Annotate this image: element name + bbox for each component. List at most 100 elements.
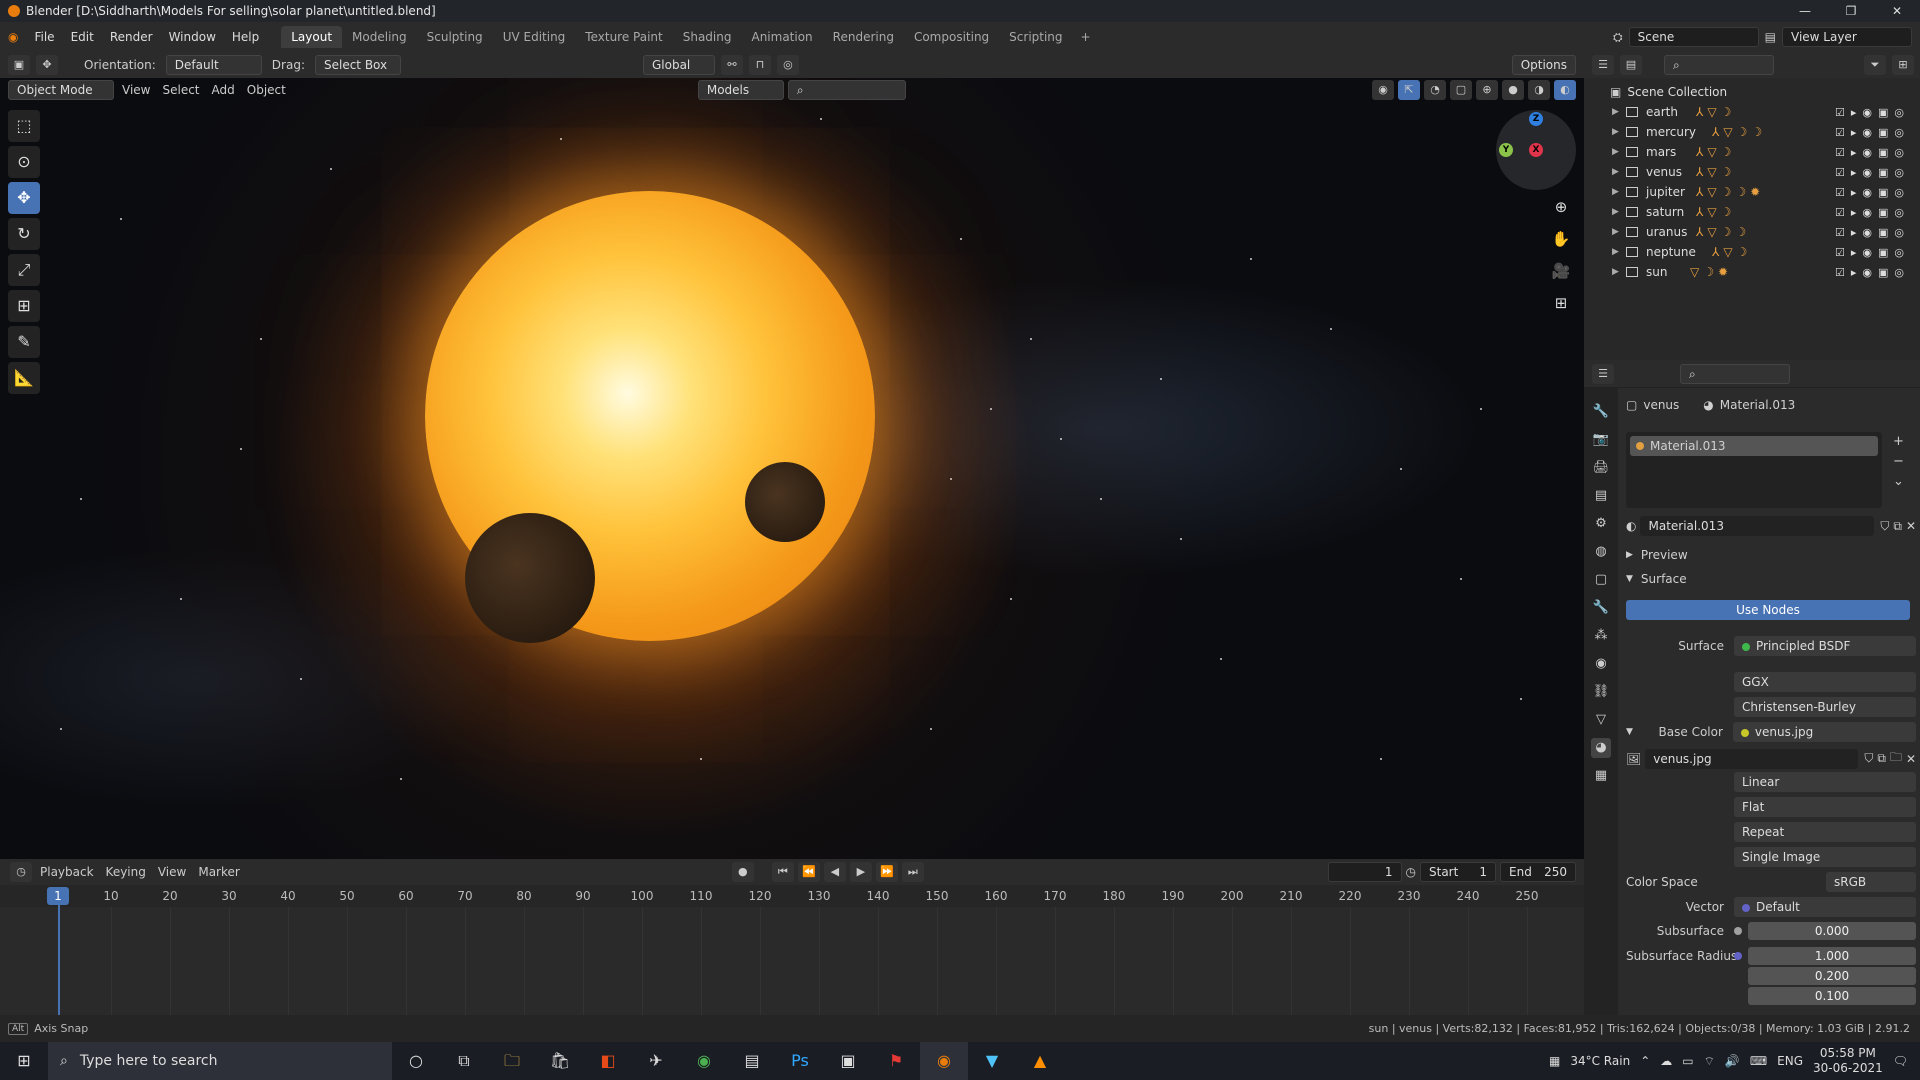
- file-explorer-icon[interactable]: 🗀: [488, 1042, 536, 1080]
- surface-panel-header[interactable]: ▼ Surface: [1626, 572, 1916, 586]
- display-mode-icon[interactable]: ▤: [1620, 55, 1642, 75]
- base-color-field[interactable]: venus.jpg: [1732, 722, 1916, 742]
- expand-icon[interactable]: ▼: [1626, 727, 1633, 737]
- solid-shading-icon[interactable]: ●: [1502, 80, 1524, 100]
- material-slot-item[interactable]: Material.013: [1630, 436, 1878, 456]
- current-frame-field[interactable]: 1: [1327, 862, 1402, 882]
- end-frame-field[interactable]: End 250: [1500, 862, 1576, 882]
- browse-material-icon[interactable]: ◐: [1626, 519, 1636, 533]
- outliner-item-mercury[interactable]: ▶ mercury ⅄▽☽☽ ☑▸◉▣◎: [1584, 122, 1920, 142]
- expand-icon[interactable]: ▶: [1612, 267, 1626, 277]
- scene-tab-icon[interactable]: ⚙: [1591, 514, 1611, 534]
- tab-sculpting[interactable]: Sculpting: [417, 26, 493, 48]
- projection-dropdown[interactable]: Flat: [1734, 797, 1916, 817]
- keying-menu[interactable]: Keying: [102, 865, 150, 879]
- menu-render[interactable]: Render: [102, 22, 161, 52]
- slot-menu-icon[interactable]: ⌄: [1893, 472, 1904, 492]
- duplicate-icon[interactable]: ⧉: [1893, 519, 1902, 534]
- expand-icon[interactable]: ▶: [1612, 187, 1626, 197]
- remove-slot-button[interactable]: −: [1893, 452, 1904, 472]
- add-slot-button[interactable]: +: [1893, 432, 1904, 452]
- menu-add[interactable]: Add: [208, 83, 239, 97]
- tab-animation[interactable]: Animation: [741, 26, 822, 48]
- measure-icon[interactable]: 📐: [8, 362, 40, 394]
- pan-hand-icon[interactable]: ✋: [1550, 228, 1572, 250]
- planet-silhouette[interactable]: [465, 513, 595, 643]
- overlay-icon[interactable]: ◔: [1424, 80, 1446, 100]
- tool-tab-icon[interactable]: 🔧: [1591, 402, 1611, 422]
- clock[interactable]: 05:58 PM 30-06-2021: [1813, 1046, 1883, 1076]
- app-icon[interactable]: ✈: [632, 1042, 680, 1080]
- outliner-search-input[interactable]: ⌕: [1664, 55, 1774, 75]
- view-layer-selector[interactable]: View Layer: [1782, 27, 1912, 47]
- expand-icon[interactable]: ▶: [1612, 207, 1626, 217]
- tab-layout[interactable]: Layout: [281, 26, 343, 48]
- visibility-toggles[interactable]: ☑▸◉▣◎: [1835, 166, 1910, 179]
- subsurface-radius-y[interactable]: 0.200: [1748, 967, 1916, 985]
- record-icon[interactable]: ●: [731, 862, 754, 882]
- tab-compositing[interactable]: Compositing: [904, 26, 999, 48]
- visibility-icon[interactable]: ◉: [1372, 80, 1394, 100]
- visibility-toggles[interactable]: ☑▸◉▣◎: [1835, 186, 1910, 199]
- duplicate-icon[interactable]: ⧉: [1877, 751, 1886, 766]
- navigation-gizmo[interactable]: Z Y X: [1496, 110, 1576, 190]
- orientation-dropdown[interactable]: Default: [165, 55, 262, 75]
- material-tab-icon[interactable]: ◕: [1591, 738, 1611, 758]
- unlink-icon[interactable]: ✕: [1906, 752, 1916, 766]
- tab-scripting[interactable]: Scripting: [999, 26, 1072, 48]
- keyboard-icon[interactable]: ⌨: [1750, 1054, 1767, 1068]
- app-icon[interactable]: ▣: [824, 1042, 872, 1080]
- menu-edit[interactable]: Edit: [63, 22, 102, 52]
- close-button[interactable]: ✕: [1874, 0, 1920, 22]
- material-name-field[interactable]: Material.013: [1640, 516, 1875, 536]
- visibility-toggles[interactable]: ☑▸◉▣◎: [1835, 106, 1910, 119]
- timeline-editor-icon[interactable]: ◷: [10, 862, 32, 882]
- scene-selector[interactable]: Scene: [1628, 27, 1759, 47]
- editor-type-icon[interactable]: ▣: [8, 55, 30, 75]
- camera-view-icon[interactable]: 🎥: [1550, 260, 1572, 282]
- scale-icon[interactable]: ⤢: [8, 254, 40, 286]
- visibility-toggles[interactable]: ☑▸◉▣◎: [1835, 266, 1910, 279]
- menu-select[interactable]: Select: [158, 83, 203, 97]
- expand-icon[interactable]: ▶: [1612, 247, 1626, 257]
- tab-uv-editing[interactable]: UV Editing: [493, 26, 576, 48]
- tab-shading[interactable]: Shading: [673, 26, 742, 48]
- 3d-viewport[interactable]: [0, 78, 1584, 859]
- outliner-item-neptune[interactable]: ▶ neptune ⅄▽☽ ☑▸◉▣◎: [1584, 242, 1920, 262]
- add-workspace-button[interactable]: +: [1073, 30, 1099, 44]
- app-icon[interactable]: ▤: [728, 1042, 776, 1080]
- subsurface-radius-x[interactable]: 1.000: [1748, 947, 1916, 965]
- jump-end-icon[interactable]: ⏭: [901, 862, 924, 882]
- zoom-icon[interactable]: ⊕: [1550, 196, 1572, 218]
- scene-collection-row[interactable]: ▣ Scene Collection: [1584, 82, 1920, 102]
- move-icon[interactable]: ✥: [8, 182, 40, 214]
- frame-ruler[interactable]: 10 20 30 40 50 60 70 80 90 100 110 120 1…: [0, 885, 1584, 1015]
- menu-object[interactable]: Object: [243, 83, 290, 97]
- taskbar-search[interactable]: ⌕ Type here to search: [48, 1042, 392, 1080]
- visibility-toggles[interactable]: ☑▸◉▣◎: [1835, 226, 1910, 239]
- pivot-icon[interactable]: ⚯: [720, 55, 743, 75]
- annotate-icon[interactable]: ✎: [8, 326, 40, 358]
- jump-start-icon[interactable]: ⏮: [771, 862, 794, 882]
- properties-search-input[interactable]: ⌕: [1680, 363, 1790, 384]
- visibility-toggles[interactable]: ☑▸◉▣◎: [1835, 246, 1910, 259]
- fake-user-icon[interactable]: ⛉: [1880, 519, 1889, 534]
- office-icon[interactable]: ◧: [584, 1042, 632, 1080]
- tab-rendering[interactable]: Rendering: [823, 26, 904, 48]
- render-tab-icon[interactable]: 📷: [1591, 430, 1611, 450]
- gizmo-toggle-icon[interactable]: ⇱: [1398, 80, 1420, 100]
- subsurface-radius-z[interactable]: 0.100: [1748, 987, 1916, 1005]
- minimize-button[interactable]: —: [1782, 0, 1828, 22]
- menu-window[interactable]: Window: [161, 22, 224, 52]
- weather-icon[interactable]: ▦: [1549, 1054, 1560, 1068]
- next-keyframe-icon[interactable]: ⏩: [875, 862, 898, 882]
- timeline-view-menu[interactable]: View: [154, 865, 190, 879]
- fake-user-icon[interactable]: ⛉: [1864, 751, 1873, 766]
- playhead-frame[interactable]: 1: [47, 887, 69, 905]
- world-tab-icon[interactable]: ◍: [1591, 542, 1611, 562]
- app-icon[interactable]: ⚑: [872, 1042, 920, 1080]
- material-slot-list[interactable]: Material.013: [1626, 432, 1882, 508]
- surface-shader-field[interactable]: Principled BSDF: [1734, 636, 1916, 656]
- task-view-icon[interactable]: ⧉: [440, 1042, 488, 1080]
- expand-icon[interactable]: ▶: [1612, 107, 1626, 117]
